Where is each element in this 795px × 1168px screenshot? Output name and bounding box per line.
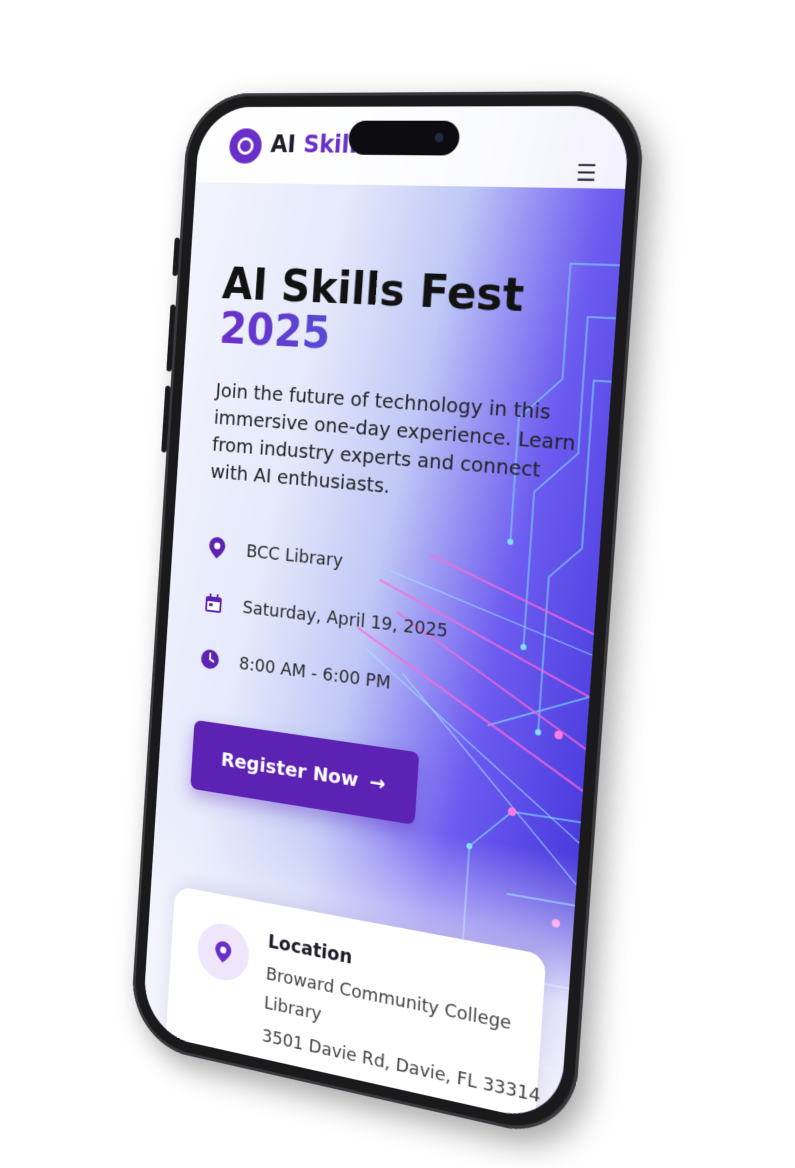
event-description: Join the future of technology in this im… [209, 378, 577, 499]
map-pin-icon [195, 919, 251, 986]
ring-logo-icon[interactable] [228, 128, 263, 164]
hamburger-menu-icon[interactable]: ☰ [575, 161, 597, 188]
time-text: 8:00 AM - 6:00 PM [238, 653, 392, 694]
register-button-label: Register Now [220, 747, 360, 793]
event-details: BCC Library Saturday, April 19, 2025 8:0… [197, 519, 579, 736]
dynamic-island [347, 120, 460, 156]
calendar-icon [201, 590, 225, 618]
arrow-right-icon: → [368, 769, 387, 797]
brand-prefix: AI [269, 130, 297, 159]
front-camera [434, 132, 444, 143]
location-card-title: Location [267, 930, 353, 969]
phone-mockup: AI Skills ☰ AI Skills Fest 2025 Join the… [0, 0, 795, 1168]
clock-icon [198, 646, 222, 674]
location-line-2: Library [263, 992, 323, 1026]
hero-section: AI Skills Fest 2025 Join the future of t… [190, 259, 598, 848]
volume-down-button [161, 385, 171, 453]
phone-screen: AI Skills ☰ AI Skills Fest 2025 Join the… [141, 105, 631, 1126]
mute-switch [172, 237, 180, 277]
location-line-1: Broward Community College [265, 963, 512, 1035]
volume-up-button [166, 304, 176, 372]
phone-frame: AI Skills ☰ AI Skills Fest 2025 Join the… [129, 90, 647, 1143]
venue-text: BCC Library [245, 541, 344, 572]
date-text: Saturday, April 19, 2025 [242, 597, 449, 642]
location-address: 3501 Davie Rd, Davie, FL 33314 [261, 1025, 542, 1108]
map-pin-icon [205, 535, 229, 562]
